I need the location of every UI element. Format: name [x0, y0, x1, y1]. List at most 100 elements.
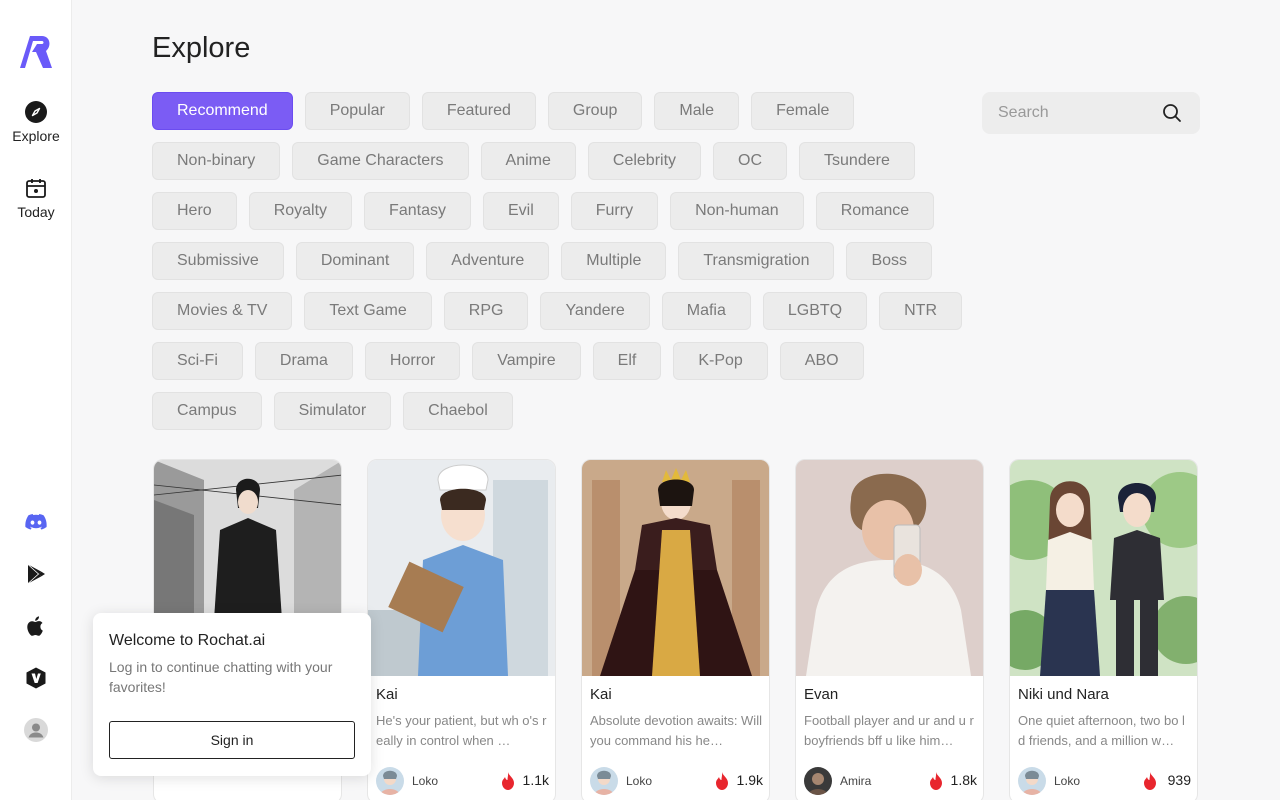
- creator-name: Amira: [840, 774, 872, 788]
- tag-chip[interactable]: Elf: [592, 342, 662, 380]
- card-name: Kai: [376, 686, 398, 703]
- tag-chip[interactable]: Anime: [480, 142, 576, 180]
- popup-title: Welcome to Rochat.ai: [109, 632, 266, 649]
- tag-chip[interactable]: Drama: [254, 342, 353, 380]
- card-name: Niki und Nara: [1018, 686, 1109, 703]
- tag-chip[interactable]: Evil: [482, 192, 559, 230]
- tag-chip[interactable]: Transmigration: [678, 242, 835, 280]
- tag-chip[interactable]: OC: [713, 142, 788, 180]
- tag-chip[interactable]: NTR: [879, 292, 962, 330]
- tag-chip[interactable]: Text Game: [304, 292, 432, 330]
- search-icon[interactable]: [1162, 103, 1182, 123]
- tag-chip[interactable]: Dominant: [295, 242, 415, 280]
- chat-count: 939: [1167, 772, 1191, 788]
- card-description: Football player and ur and u r boyfriend…: [804, 713, 974, 748]
- tag-chip[interactable]: ABO: [779, 342, 864, 380]
- tag-chip[interactable]: Mafia: [661, 292, 751, 330]
- discord-icon[interactable]: [24, 510, 48, 534]
- user-avatar-icon[interactable]: [24, 718, 48, 742]
- tag-chip[interactable]: LGBTQ: [762, 292, 868, 330]
- chat-count: 1.1k: [522, 772, 549, 788]
- google-play-icon[interactable]: [24, 562, 48, 586]
- tag-chip[interactable]: Popular: [304, 92, 410, 130]
- character-card[interactable]: Kai He's your patient, but wh o's really…: [367, 459, 556, 800]
- tag-chip[interactable]: Male: [654, 92, 740, 130]
- tag-chip[interactable]: Romance: [815, 192, 935, 230]
- login-popup: Welcome to Rochat.ai Log in to continue …: [93, 613, 371, 776]
- creator-name: Loko: [1054, 774, 1081, 788]
- card-image: [582, 460, 769, 676]
- card-description: One quiet afternoon, two bo ld friends, …: [1018, 713, 1185, 748]
- creator-name: Loko: [412, 774, 439, 788]
- apple-icon[interactable]: [24, 614, 48, 638]
- category-tags: Recommend Popular Featured Group Male Female N…: [152, 92, 972, 430]
- fire-icon: [1144, 772, 1156, 790]
- tag-chip[interactable]: Yandere: [540, 292, 650, 330]
- tag-chip[interactable]: Chaebol: [403, 392, 513, 430]
- tag-chip[interactable]: Vampire: [472, 342, 581, 380]
- card-image: [1010, 460, 1197, 676]
- card-image: [368, 460, 555, 676]
- character-card[interactable]: Niki und Nara One quiet afternoon, two b…: [1009, 459, 1198, 800]
- card-name: Evan: [804, 686, 839, 703]
- card-description: He's your patient, but wh o's really in …: [376, 713, 547, 748]
- nav-today[interactable]: Today: [0, 176, 72, 220]
- card-meta: Amira 1.8k: [804, 767, 977, 795]
- tag-chip[interactable]: Fantasy: [364, 192, 471, 230]
- shield-v-icon[interactable]: [24, 666, 48, 690]
- fire-icon: [930, 772, 942, 790]
- compass-icon: [25, 101, 47, 123]
- fire-icon: [502, 772, 514, 790]
- tag-chip[interactable]: Furry: [570, 192, 659, 230]
- tag-chip[interactable]: Featured: [421, 92, 536, 130]
- search-input[interactable]: [998, 92, 1158, 134]
- creator-avatar: [376, 767, 404, 795]
- tag-chip[interactable]: Adventure: [426, 242, 550, 280]
- tag-chip[interactable]: Multiple: [561, 242, 667, 280]
- tag-chip[interactable]: Boss: [846, 242, 933, 280]
- tag-chip[interactable]: Group: [547, 92, 643, 130]
- tag-chip[interactable]: Tsundere: [799, 142, 915, 180]
- card-meta: Loko 1.9k: [590, 767, 763, 795]
- tag-chip[interactable]: Female: [751, 92, 855, 130]
- sign-in-button[interactable]: Sign in: [109, 721, 355, 759]
- calendar-icon: [26, 179, 46, 198]
- search-box[interactable]: [982, 92, 1200, 134]
- tag-chip[interactable]: Horror: [364, 342, 461, 380]
- popup-text: Log in to continue chatting with your fa…: [109, 659, 333, 695]
- character-card[interactable]: Kai Absolute devotion awaits: Will you c…: [581, 459, 770, 800]
- tag-chip[interactable]: Campus: [152, 392, 262, 430]
- sidebar: Explore Today: [0, 0, 72, 800]
- tag-chip[interactable]: Non-human: [670, 192, 804, 230]
- card-description: Absolute devotion awaits: Will you comma…: [590, 713, 762, 748]
- tag-chip[interactable]: Royalty: [248, 192, 353, 230]
- card-meta: Loko 939: [1018, 767, 1191, 795]
- rochat-logo[interactable]: [18, 34, 54, 70]
- tag-chip[interactable]: RPG: [443, 292, 529, 330]
- chat-count: 1.8k: [950, 772, 977, 788]
- card-meta: Loko 1.1k: [376, 767, 549, 795]
- tag-chip[interactable]: Non-binary: [152, 142, 281, 180]
- tag-chip[interactable]: Sci-Fi: [152, 342, 243, 380]
- tag-chip[interactable]: K-Pop: [673, 342, 768, 380]
- page-title: Explore: [152, 32, 251, 64]
- nav-explore[interactable]: Explore: [0, 100, 72, 144]
- tag-chip[interactable]: Submissive: [152, 242, 284, 280]
- card-name: Kai: [590, 686, 612, 703]
- nav-today-label: Today: [17, 204, 55, 220]
- creator-avatar: [804, 767, 832, 795]
- tag-chip[interactable]: Movies & TV: [152, 292, 293, 330]
- tag-chip[interactable]: Hero: [152, 192, 237, 230]
- tag-chip[interactable]: Recommend: [152, 92, 293, 130]
- creator-avatar: [590, 767, 618, 795]
- tag-chip[interactable]: Celebrity: [587, 142, 702, 180]
- creator-avatar: [1018, 767, 1046, 795]
- creator-name: Loko: [626, 774, 653, 788]
- tag-chip[interactable]: Game Characters: [292, 142, 469, 180]
- chat-count: 1.9k: [736, 772, 763, 788]
- nav-explore-label: Explore: [12, 128, 60, 144]
- card-image: [796, 460, 983, 676]
- tag-chip[interactable]: Simulator: [273, 392, 392, 430]
- character-card[interactable]: Evan Football player and ur and u r boyf…: [795, 459, 984, 800]
- fire-icon: [716, 772, 728, 790]
